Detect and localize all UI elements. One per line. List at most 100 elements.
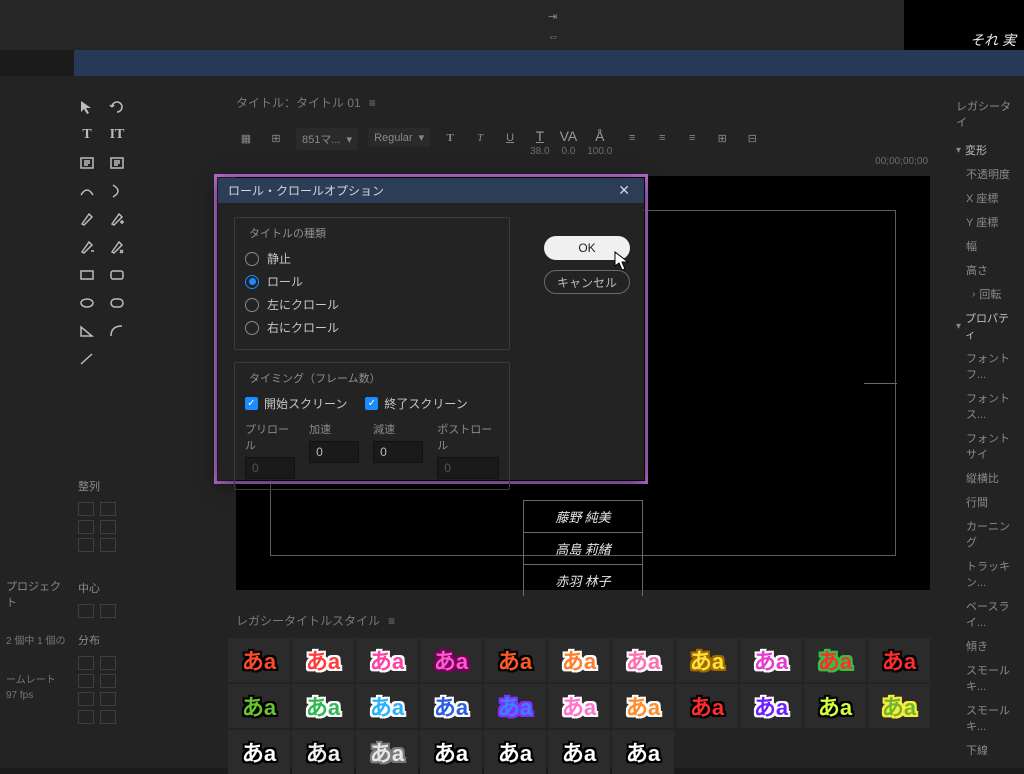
rounded-rect-tool-icon[interactable] xyxy=(106,264,128,286)
title-style-swatch[interactable]: あa xyxy=(356,730,418,774)
property-row[interactable]: 傾き xyxy=(950,634,1024,658)
leading-field[interactable]: Å100.0 xyxy=(587,128,612,157)
italic-icon[interactable]: T xyxy=(470,128,490,148)
property-row[interactable]: フォントス... xyxy=(950,386,1024,426)
easeout-input[interactable]: 0 xyxy=(373,441,423,463)
property-row[interactable]: カーニング xyxy=(950,514,1024,554)
title-style-swatch[interactable]: あa xyxy=(356,638,418,682)
tab-stops-icon[interactable]: ⊞ xyxy=(712,128,732,148)
align-right-icon[interactable]: ≡ xyxy=(682,128,702,148)
ok-button[interactable]: OK xyxy=(544,236,630,260)
credit-row[interactable]: 高島 莉緒 xyxy=(523,533,643,565)
selection-tool-icon[interactable] xyxy=(76,96,98,118)
easein-input[interactable]: 0 xyxy=(309,441,359,463)
title-type-radio[interactable]: ロール xyxy=(245,270,499,293)
property-section[interactable]: ▾プロパティ xyxy=(950,306,1024,346)
align-icon[interactable] xyxy=(78,520,94,534)
distribute-icon[interactable] xyxy=(100,656,116,670)
title-style-swatch[interactable]: あa xyxy=(292,684,354,728)
property-row[interactable]: 幅 xyxy=(950,234,1024,258)
distribute-icon[interactable] xyxy=(100,692,116,706)
title-style-swatch[interactable]: あa xyxy=(804,638,866,682)
title-style-swatch[interactable]: あa xyxy=(612,730,674,774)
title-style-swatch[interactable]: あa xyxy=(868,638,930,682)
rounded-rect2-tool-icon[interactable] xyxy=(106,292,128,314)
pen-tool-icon[interactable] xyxy=(76,208,98,230)
anchor-add-tool-icon[interactable] xyxy=(76,236,98,258)
area-type-tool-icon[interactable] xyxy=(76,152,98,174)
align-center-icon[interactable]: ≡ xyxy=(652,128,672,148)
distribute-icon[interactable] xyxy=(78,710,94,724)
panel-menu-icon[interactable]: ≡ xyxy=(369,96,376,110)
rolling-credits-block[interactable]: 藤野 純美 高島 莉緒 赤羽 林子 xyxy=(523,500,643,596)
line-tool-icon[interactable] xyxy=(76,348,98,370)
end-off-screen-checkbox[interactable]: ✓ 終了スクリーン xyxy=(365,392,467,415)
rotate-tool-icon[interactable] xyxy=(106,96,128,118)
cancel-button[interactable]: キャンセル xyxy=(544,270,630,294)
property-row[interactable]: 縦横比 xyxy=(950,466,1024,490)
underline-icon[interactable]: U xyxy=(500,128,520,148)
title-style-swatch[interactable]: あa xyxy=(228,684,290,728)
title-style-swatch[interactable]: あa xyxy=(356,684,418,728)
align-icon[interactable] xyxy=(100,538,116,552)
distribute-icon[interactable] xyxy=(78,692,94,706)
wedge-tool-icon[interactable] xyxy=(76,320,98,342)
property-row[interactable]: ›ゆがみ xyxy=(950,762,1024,768)
path-type-tool-icon[interactable] xyxy=(76,180,98,202)
bold-icon[interactable]: T xyxy=(440,128,460,148)
type-tool-icon[interactable]: T xyxy=(76,124,98,146)
property-row[interactable]: 下線 xyxy=(950,738,1024,762)
title-style-swatch[interactable]: あa xyxy=(292,730,354,774)
property-row[interactable]: スモールキ... xyxy=(950,658,1024,698)
font-size-field[interactable]: T̲38.0 xyxy=(530,128,549,157)
distribute-icon[interactable] xyxy=(100,710,116,724)
title-style-swatch[interactable]: あa xyxy=(868,684,930,728)
title-style-swatch[interactable]: あa xyxy=(548,684,610,728)
distribute-icon[interactable] xyxy=(78,674,94,688)
title-style-swatch[interactable]: あa xyxy=(228,730,290,774)
anchor-delete-tool-icon[interactable] xyxy=(106,236,128,258)
property-row[interactable]: ›回転 xyxy=(950,282,1024,306)
start-off-screen-checkbox[interactable]: ✓ 開始スクリーン xyxy=(245,392,347,415)
align-icon[interactable] xyxy=(100,502,116,516)
center-icon[interactable] xyxy=(78,604,94,618)
panel-menu-icon[interactable]: ≡ xyxy=(388,614,395,628)
close-icon[interactable]: ✕ xyxy=(614,178,634,203)
title-style-swatch[interactable]: あa xyxy=(676,684,738,728)
title-type-radio[interactable]: 左にクロール xyxy=(245,293,499,316)
ellipse-tool-icon[interactable] xyxy=(76,292,98,314)
property-row[interactable]: ベースライ... xyxy=(950,594,1024,634)
vertical-type-tool-icon[interactable]: IT xyxy=(106,124,128,146)
title-style-swatch[interactable]: あa xyxy=(228,638,290,682)
title-style-swatch[interactable]: あa xyxy=(420,684,482,728)
vertical-path-type-tool-icon[interactable] xyxy=(106,180,128,202)
vertical-area-type-tool-icon[interactable] xyxy=(106,152,128,174)
title-style-swatch[interactable]: あa xyxy=(484,684,546,728)
title-style-swatch[interactable]: あa xyxy=(484,730,546,774)
title-style-swatch[interactable]: あa xyxy=(740,638,802,682)
fit-icon[interactable]: ⇔ xyxy=(548,31,559,43)
title-style-swatch[interactable]: あa xyxy=(548,730,610,774)
property-row[interactable]: フォントサイ xyxy=(950,426,1024,466)
title-style-swatch[interactable]: あa xyxy=(612,638,674,682)
title-style-swatch[interactable]: あa xyxy=(676,638,738,682)
roll-options-icon[interactable]: ▦ xyxy=(236,128,256,148)
property-row[interactable]: 不透明度 xyxy=(950,162,1024,186)
property-row[interactable]: Y 座標 xyxy=(950,210,1024,234)
distribute-icon[interactable] xyxy=(78,656,94,670)
title-style-swatch[interactable]: あa xyxy=(420,730,482,774)
distribute-icon[interactable] xyxy=(100,674,116,688)
title-style-swatch[interactable]: あa xyxy=(548,638,610,682)
property-row[interactable]: トラッキン... xyxy=(950,554,1024,594)
align-icon[interactable] xyxy=(78,538,94,552)
title-style-swatch[interactable]: あa xyxy=(484,638,546,682)
title-style-swatch[interactable]: あa xyxy=(804,684,866,728)
font-family-select[interactable]: 851マ...▾ xyxy=(296,128,358,150)
title-style-swatch[interactable]: あa xyxy=(292,638,354,682)
credit-row[interactable]: 赤羽 林子 xyxy=(523,565,643,596)
title-type-radio[interactable]: 静止 xyxy=(245,247,499,270)
title-style-swatch[interactable]: あa xyxy=(740,684,802,728)
templates-icon[interactable]: ⊞ xyxy=(266,128,286,148)
pen-plus-tool-icon[interactable] xyxy=(106,208,128,230)
title-style-swatch[interactable]: あa xyxy=(612,684,674,728)
